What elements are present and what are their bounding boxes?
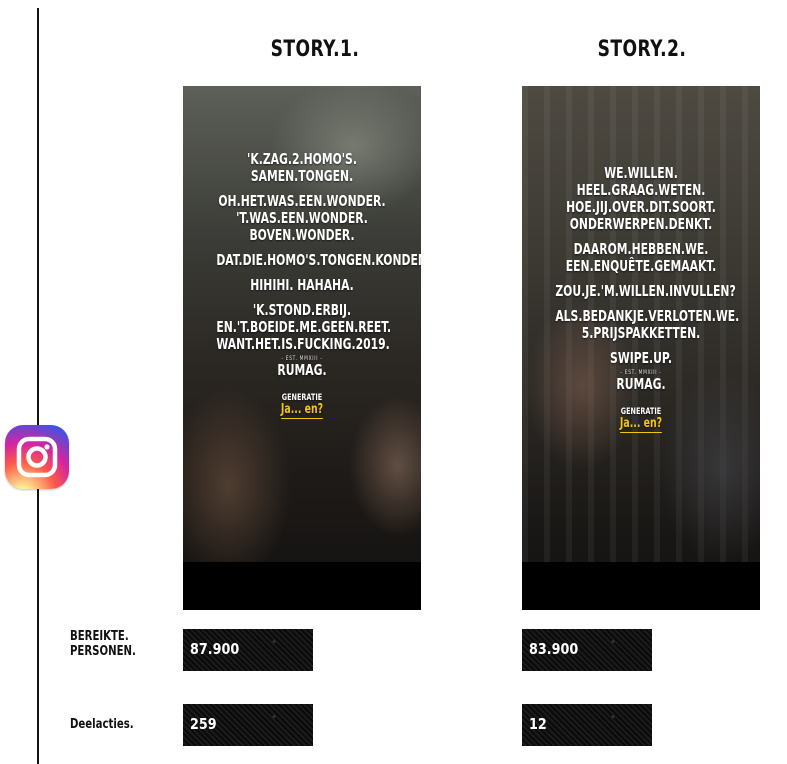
story-2-generatie-logo: GENERATIE Ja... en? xyxy=(619,407,663,433)
story-1-line: OH.HET.WAS.EEN.WONDER. 'T.WAS.EEN.WONDER… xyxy=(218,192,386,244)
story-2-line: ALS.BEDANKJE.VERLOTEN.WE. 5.PRIJSPAKKETT… xyxy=(555,307,740,342)
story-2-image[interactable]: WE.WILLEN. HEEL.GRAAG.WETEN. HOE.JIJ.OVE… xyxy=(522,86,760,610)
story-1-image[interactable]: 'K.ZAG.2.HOMO'S. SAMEN.TONGEN. OH.HET.WA… xyxy=(183,86,421,610)
story-1-shares-value: 259 xyxy=(183,704,313,746)
story-1-title: STORY.1. xyxy=(270,37,360,62)
story-1-line: DAT.DIE.HOMO'S.TONGEN.KONDEN. xyxy=(216,251,421,269)
story-2-shares-value: 12 xyxy=(522,704,652,746)
story-1-brand: RUMAG. xyxy=(277,361,327,379)
story-2-line: DAAROM.HEBBEN.WE. EEN.ENQUÊTE.GEMAAKT. xyxy=(565,240,717,275)
shares-label: Deelacties. xyxy=(70,717,134,732)
story-1-text: 'K.ZAG.2.HOMO'S. SAMEN.TONGEN. OH.HET.WA… xyxy=(216,150,421,419)
story-2-line: ZOU.JE.'M.WILLEN.INVULLEN? xyxy=(555,282,736,300)
story-1-reach-text: 87.900 xyxy=(190,640,240,658)
story-1-shares-text: 259 xyxy=(190,715,217,733)
story-1-line: 'K.ZAG.2.HOMO'S. SAMEN.TONGEN. xyxy=(247,150,357,185)
story-2-gen-bottom: Ja... en? xyxy=(619,416,663,433)
instagram-icon xyxy=(5,425,69,489)
story-1-est: - EST. MMXIII - xyxy=(281,355,323,362)
story-2-title: STORY.2. xyxy=(597,37,687,62)
story-2-reach-value: 83.900 xyxy=(522,629,652,671)
story-1-line: HIHIHI. HAHAHA. xyxy=(250,276,354,294)
story-1-generatie-logo: GENERATIE Ja... en? xyxy=(280,393,324,419)
story-1-bottom-bar xyxy=(183,562,421,610)
story-2-line: WE.WILLEN. HEEL.GRAAG.WETEN. HOE.JIJ.OVE… xyxy=(566,164,716,233)
story-2-line: SWIPE.UP. xyxy=(610,349,672,367)
story-1-reach-value: 87.900 xyxy=(183,629,313,671)
story-1-line: 'K.STOND.ERBIJ. EN.'T.BOEIDE.ME.GEEN.REE… xyxy=(216,301,392,353)
story-2-bottom-bar xyxy=(522,562,760,610)
story-2-reach-text: 83.900 xyxy=(529,640,579,658)
reach-label: BEREIKTE. PERSONEN. xyxy=(70,629,136,659)
timeline-line xyxy=(37,8,39,764)
story-2-text: WE.WILLEN. HEEL.GRAAG.WETEN. HOE.JIJ.OVE… xyxy=(555,164,740,433)
story-2-est: - EST. MMXIII - xyxy=(620,369,662,376)
story-2-shares-text: 12 xyxy=(529,715,547,733)
story-2-brand: RUMAG. xyxy=(616,375,666,393)
story-1-gen-bottom: Ja... en? xyxy=(280,402,324,419)
